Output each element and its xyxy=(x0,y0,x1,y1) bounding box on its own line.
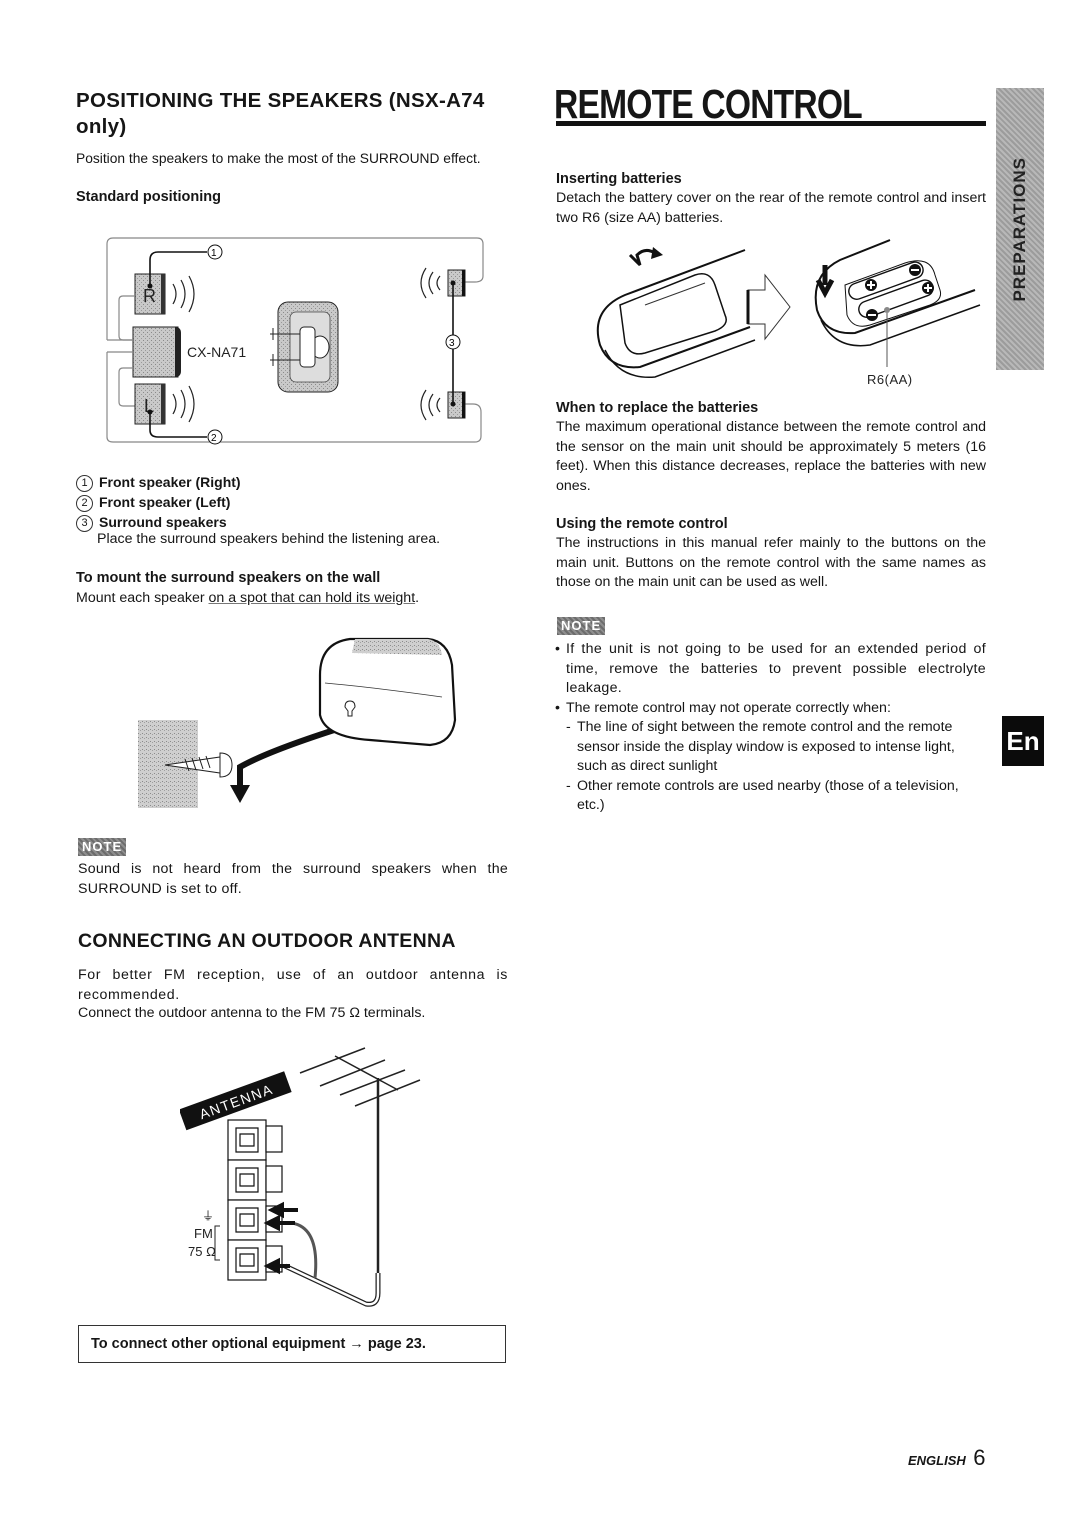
note-subitem: The line of sight between the remote con… xyxy=(566,718,986,777)
antenna-elements xyxy=(299,1047,421,1107)
legend-number-2: 2 xyxy=(76,495,93,512)
title-rule xyxy=(556,121,986,126)
cross-reference-box: To connect other optional equipment → pa… xyxy=(78,1325,506,1363)
antenna-paragraph-1: For better FM reception, use of an outdo… xyxy=(78,967,508,1003)
preparations-side-tab: PREPARATIONS xyxy=(996,88,1044,370)
legend-item-surround: 3 Surround speakers xyxy=(76,512,241,532)
speaker-positioning-diagram: R 1 CX-NA71 L 2 3 xyxy=(106,237,484,445)
remote-control-title: REMOTE CONTROL xyxy=(554,81,863,127)
speaker-legend: 1 Front speaker (Right) 2 Front speaker (L… xyxy=(76,472,241,532)
language-tab-label: En xyxy=(1006,726,1040,756)
legend-number-3: 3 xyxy=(76,515,93,532)
right-note-list: If the unit is not going to be used for … xyxy=(554,640,986,816)
sound-waves-right xyxy=(172,275,195,313)
legend-item-front-left: 2 Front speaker (Left) xyxy=(76,492,241,512)
surround-speaker-body xyxy=(318,637,457,747)
positioning-intro: Position the speakers to make the most o… xyxy=(76,151,481,166)
mount-text-pre: Mount each speaker xyxy=(76,590,209,606)
page-footer: ENGLISH 6 xyxy=(908,1445,986,1471)
footer-language: ENGLISH xyxy=(908,1453,966,1468)
replace-batteries-text: The maximum operational distance between… xyxy=(556,419,986,494)
preparations-tab-label: PREPARATIONS xyxy=(1010,156,1029,302)
center-unit xyxy=(132,326,179,378)
standard-positioning-heading: Standard positioning xyxy=(76,189,221,205)
mount-text-underlined: on a spot that can hold its weight xyxy=(208,590,416,606)
ohm-label: 75 Ω xyxy=(188,1244,216,1259)
note-label: NOTE xyxy=(78,838,127,856)
terminal-stack xyxy=(227,1119,283,1281)
wall-mount-illustration xyxy=(138,637,457,808)
antenna-connection-illustration: ANTENNA ⏚ FM 75 Ω xyxy=(180,1047,421,1307)
note-item: The remote control may not operate corre… xyxy=(554,699,986,719)
callout-2: 2 xyxy=(211,433,217,444)
mount-arrow xyxy=(237,722,351,790)
legend-label: Front speaker (Right) xyxy=(99,474,241,490)
note-item: If the unit is not going to be used for … xyxy=(554,640,986,699)
speaker-right-label: R xyxy=(143,286,156,306)
antenna-title: CONNECTING AN OUTDOOR ANTENNA xyxy=(78,930,456,952)
legend-number-1: 1 xyxy=(76,475,93,492)
note-label: NOTE xyxy=(557,617,606,635)
mount-text: Mount each speaker on a spot that can ho… xyxy=(76,589,516,609)
surround-description: Place the surround speakers behind the l… xyxy=(97,531,441,547)
antenna-paragraph-2: Connect the outdoor antenna to the FM 75… xyxy=(78,1005,426,1021)
mount-text-post: . xyxy=(415,590,420,606)
battery-type-label: R6(AA) xyxy=(867,372,913,387)
cross-reference-text: To connect other optional equipment → pa… xyxy=(91,1336,426,1352)
mount-heading: To mount the surround speakers on the wa… xyxy=(76,570,381,586)
insert-arrow xyxy=(815,265,835,299)
right-note-badge: NOTE xyxy=(557,617,606,635)
battery-insertion-illustration: R6(AA) xyxy=(596,239,981,387)
sound-waves-left xyxy=(172,385,195,423)
legend-label: Front speaker (Left) xyxy=(99,494,231,510)
note-subitem: Other remote controls are used nearby (t… xyxy=(566,777,986,816)
callout-3: 3 xyxy=(449,338,455,349)
left-note-text: Sound is not heard from the surround spe… xyxy=(78,861,508,897)
positioning-title: POSITIONING THE SPEAKERS (NSX-A74 only) xyxy=(76,89,485,138)
inserting-batteries-heading: Inserting batteries xyxy=(556,171,682,187)
using-remote-text: The instructions in this manual refer ma… xyxy=(556,535,986,590)
left-note-badge: NOTE xyxy=(78,838,127,856)
callout-1: 1 xyxy=(211,248,217,259)
legend-label: Surround speakers xyxy=(99,514,227,530)
page-number: 6 xyxy=(973,1445,986,1470)
step-arrow xyxy=(747,273,791,341)
legend-item-front-right: 1 Front speaker (Right) xyxy=(76,472,241,492)
fm-label: FM xyxy=(194,1226,213,1241)
language-tab: En xyxy=(1002,716,1044,766)
center-unit-label: CX-NA71 xyxy=(187,344,246,360)
using-remote-heading: Using the remote control xyxy=(556,516,728,532)
ground-symbol: ⏚ xyxy=(202,1209,214,1223)
inserting-batteries-text: Detach the battery cover on the rear of … xyxy=(556,190,986,226)
replace-batteries-heading: When to replace the batteries xyxy=(556,400,759,416)
